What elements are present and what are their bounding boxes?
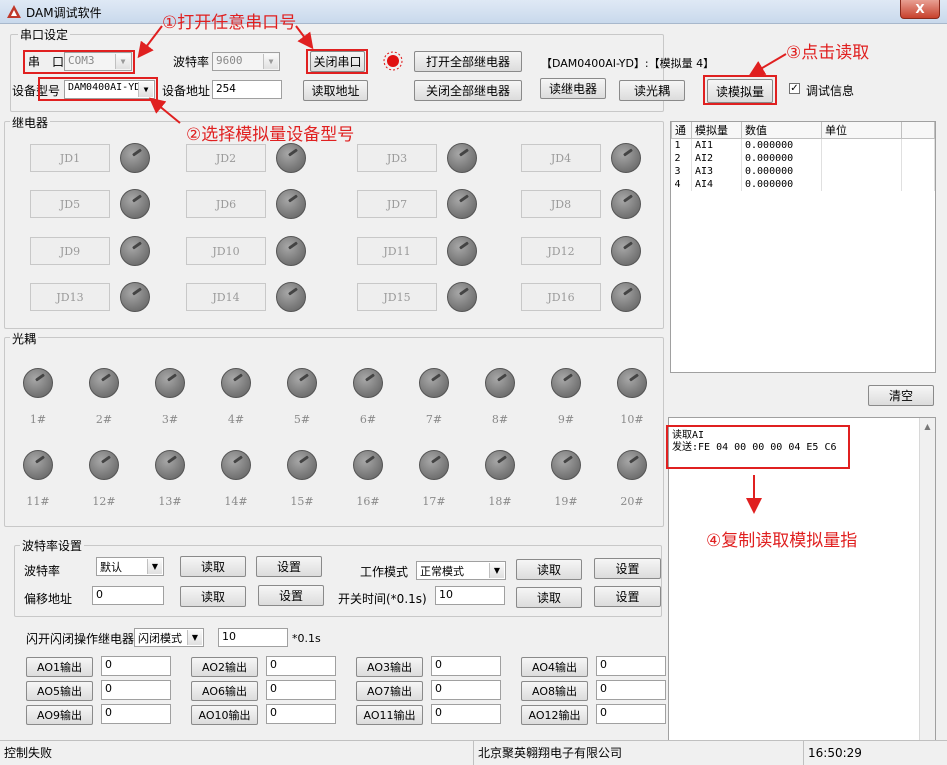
annotation-arrow xyxy=(748,53,787,77)
annotation-arrow xyxy=(137,25,163,59)
annotation-arrows xyxy=(137,25,787,514)
annotation-arrow xyxy=(295,25,314,50)
annotation-arrow xyxy=(148,97,181,124)
